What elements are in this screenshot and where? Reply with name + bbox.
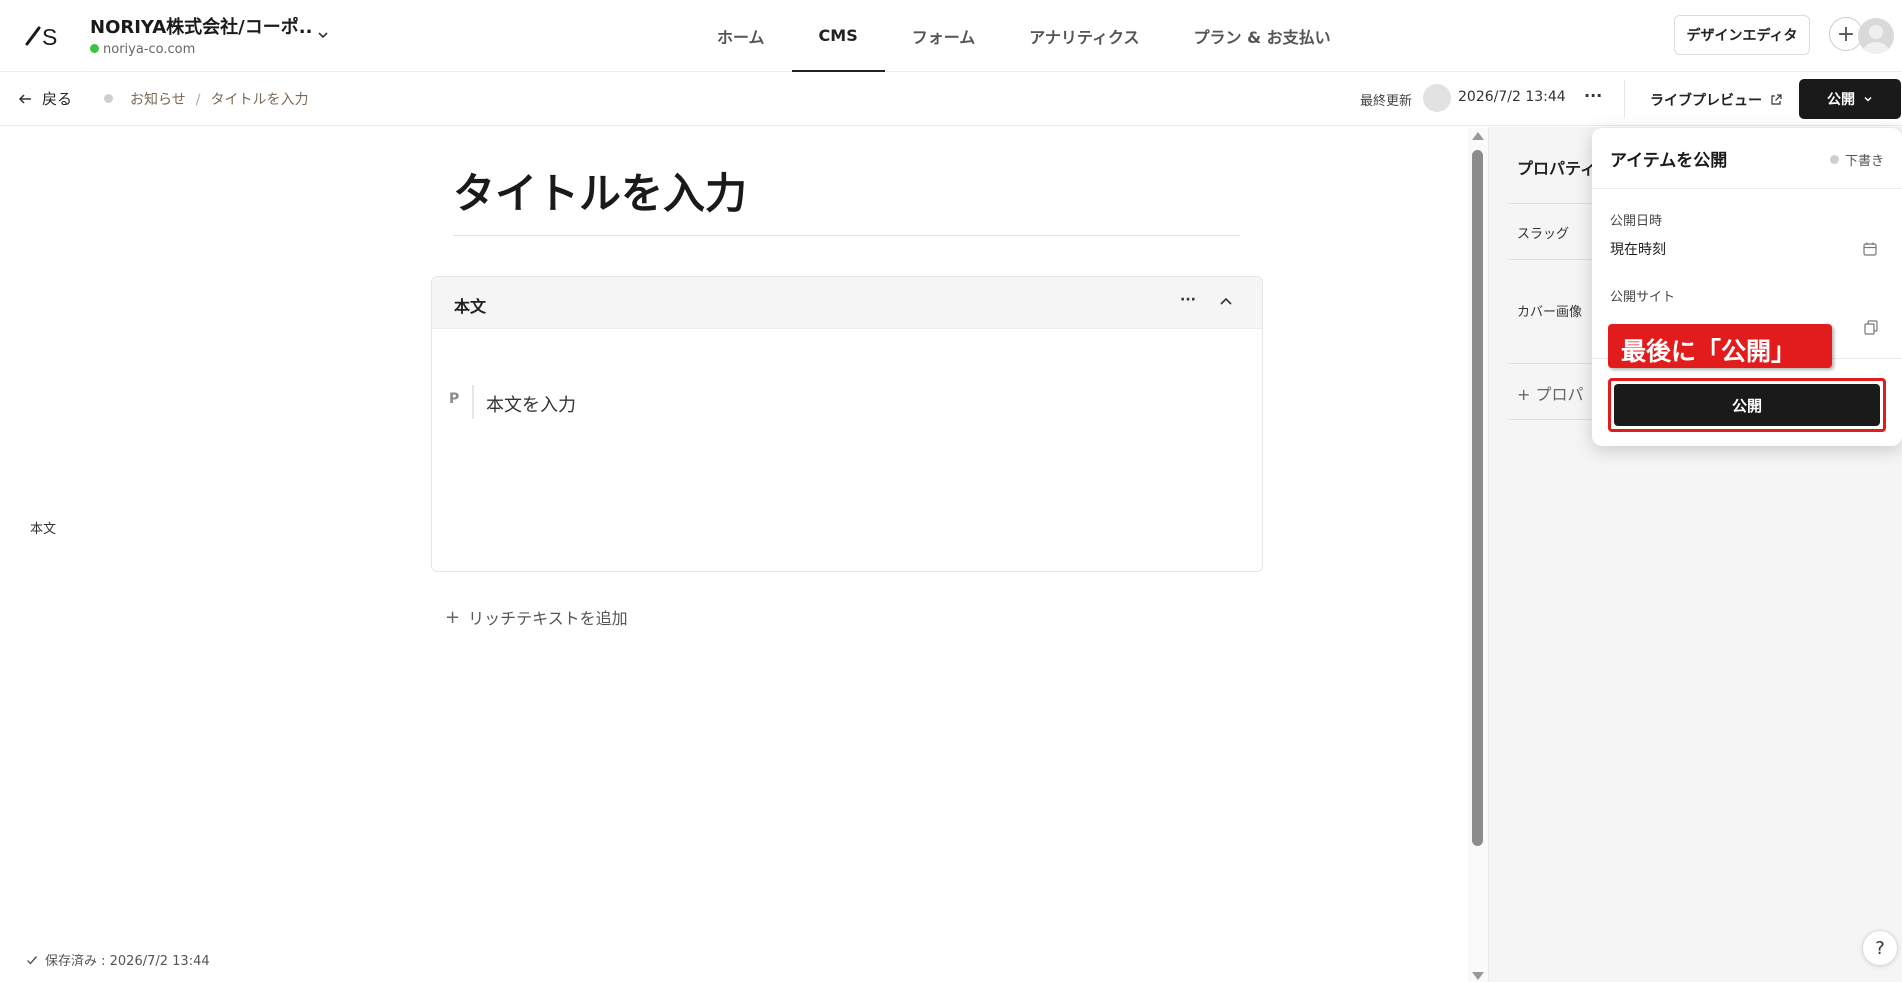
saved-status-text: 保存済み : 2026/7/2 13:44 [45,954,210,969]
external-link-icon [1771,94,1782,105]
body-text-input[interactable]: 本文を入力 [486,391,576,417]
chevron-down-icon [1864,96,1872,102]
outline-item-body[interactable]: 本文 [30,518,56,537]
back-button[interactable]: 戻る [18,88,72,109]
tab-forms[interactable]: フォーム [885,0,1003,72]
chevron-down-icon[interactable] [316,28,330,42]
tab-analytics[interactable]: アナリティクス [1002,0,1166,72]
breadcrumb-current: タイトルを入力 [210,92,309,108]
back-label: 戻る [42,90,73,108]
body-field-card: 本文 ··· P 本文を入力 [431,276,1263,572]
editor-toolbar: 戻る お知らせ / タイトルを入力 最終更新 2026/7/2 13:44 ··· … [0,72,1902,126]
copy-icon[interactable] [1863,319,1879,335]
site-name[interactable]: NORIYA株式会社/コーポ... [90,13,312,39]
chevron-up-icon[interactable] [1218,293,1234,309]
scroll-down-arrow[interactable] [1472,972,1484,980]
slug-label: スラッグ [1517,227,1570,242]
add-rich-text-label: リッチテキストを追加 [468,609,628,628]
title-input[interactable]: タイトルを入力 [453,160,1240,236]
tab-cms[interactable]: CMS [791,0,885,72]
publish-popover: アイテムを公開 下書き 公開日時 現在時刻 公開サイト 公開 [1592,128,1902,446]
breadcrumb-separator: / [195,92,201,108]
avatar[interactable] [1858,18,1894,54]
publish-button[interactable]: 公開 [1614,384,1880,426]
breadcrumb: お知らせ / タイトルを入力 [130,89,308,109]
tab-home[interactable]: ホーム [690,0,792,72]
body-card-title: 本文 [454,297,487,316]
last-update-time: 2026/7/2 13:44 [1458,89,1566,105]
top-header: S NORIYA株式会社/コーポ... noriya-co.com ホーム CM… [0,0,1902,72]
divider [1592,188,1902,189]
scrollbar-thumb[interactable] [1472,150,1483,846]
arrow-left-icon [18,93,31,104]
more-options-button[interactable]: ··· [1584,86,1602,105]
draft-dot [1830,155,1839,164]
divider [1624,80,1625,118]
annotation-callout: 最後に「公開」 [1608,324,1832,368]
check-icon [27,955,38,965]
paragraph-bar [472,385,474,419]
scroll-up-arrow[interactable] [1472,132,1484,140]
paragraph-marker: P [449,391,460,407]
tab-plan-billing[interactable]: プラン & お支払い [1167,0,1358,72]
add-rich-text-button[interactable]: + リッチテキストを追加 [445,605,628,629]
publish-dropdown-button[interactable]: 公開 [1799,79,1901,119]
studio-logo-icon[interactable]: S [24,22,64,50]
plus-icon: + [445,606,461,628]
publish-date-field[interactable]: 現在時刻 [1610,239,1666,259]
live-preview-button[interactable]: ライブプレビュー [1650,90,1782,110]
breadcrumb-collection[interactable]: お知らせ [130,92,186,108]
help-button[interactable]: ? [1862,930,1898,966]
cover-image-label: カバー画像 [1517,305,1583,320]
status-badge: 下書き [1830,150,1884,169]
saved-status: 保存済み : 2026/7/2 13:44 [26,950,210,969]
card-more-button[interactable]: ··· [1180,292,1196,308]
add-property-button[interactable]: + プロパ [1517,381,1584,405]
publish-date-label: 公開日時 [1610,214,1663,229]
editor-avatar [1423,84,1451,112]
last-update-label: 最終更新 [1360,94,1413,109]
main-nav: ホーム CMS フォーム アナリティクス プラン & お支払い [690,0,1358,72]
status-dot [104,94,113,103]
site-domain-text: noriya-co.com [103,42,196,57]
status-text: 下書き [1845,154,1885,169]
design-editor-button[interactable]: デザインエディタ [1674,15,1810,55]
popover-title: アイテムを公開 [1610,151,1728,171]
properties-title: プロパティ [1517,159,1597,178]
calendar-icon[interactable] [1862,241,1878,257]
publish-site-label: 公開サイト [1610,290,1676,305]
publish-label: 公開 [1827,92,1855,108]
body-card-header: 本文 ··· [432,277,1262,329]
site-domain: noriya-co.com [90,42,195,57]
svg-text:S: S [42,24,57,50]
online-status-dot [90,44,99,53]
live-preview-label: ライブプレビュー [1650,93,1762,109]
user-avatar-icon [1863,25,1889,54]
